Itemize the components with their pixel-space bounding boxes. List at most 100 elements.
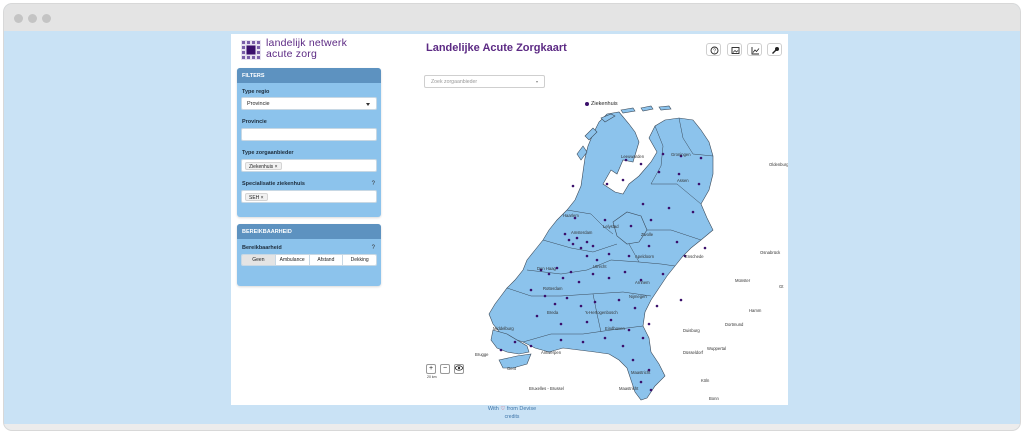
city-label-dortmund: Dortmund bbox=[725, 322, 744, 327]
footer: With ♡ from Devise bbox=[4, 406, 1020, 412]
tag-remove-icon[interactable]: × bbox=[275, 164, 278, 170]
window-bottombar bbox=[4, 424, 1020, 430]
tag-remove-icon[interactable]: × bbox=[261, 195, 264, 201]
map-wadden bbox=[640, 105, 654, 112]
wrench-icon bbox=[772, 47, 779, 54]
credits-link[interactable]: credits bbox=[4, 414, 1020, 420]
info-icon[interactable]: ? bbox=[372, 181, 375, 187]
window-control-dot[interactable] bbox=[42, 14, 51, 23]
type-regio-value: Provincie bbox=[247, 101, 270, 107]
city-label-duisburg: Duisburg bbox=[683, 328, 700, 333]
app-container: Leeuwarden Groningen Assen Zwolle Lelyst… bbox=[231, 34, 788, 405]
city-label-denhaag: Den Haag bbox=[537, 266, 557, 271]
svg-text:?: ? bbox=[713, 48, 716, 54]
zoom-out-button[interactable]: − bbox=[440, 364, 450, 374]
map-wadden bbox=[658, 105, 672, 111]
chart-button[interactable] bbox=[747, 43, 762, 56]
city-label-assen: Assen bbox=[677, 178, 689, 183]
specialisatie-input[interactable]: SEH × bbox=[241, 190, 377, 203]
city-label-brugge: Brugge bbox=[475, 352, 489, 357]
city-label-enschede: Enschede bbox=[685, 254, 704, 259]
footer-suffix[interactable]: from Devise bbox=[507, 406, 536, 412]
city-label-munster: Münster bbox=[735, 278, 751, 283]
caret-down-icon bbox=[366, 103, 370, 106]
heart-icon: ♡ bbox=[500, 406, 506, 412]
bereikbaarheid-toggle: Geen Ambulance Afstand Dekking bbox=[241, 254, 377, 266]
footer-prefix: With bbox=[487, 406, 499, 412]
visibility-button[interactable] bbox=[454, 364, 464, 374]
city-label-osnabruck: Osnabrück bbox=[760, 250, 781, 255]
city-label-rotterdam: Rotterdam bbox=[543, 286, 563, 291]
eye-icon bbox=[455, 365, 463, 371]
window-titlebar bbox=[4, 4, 1020, 31]
specialisatie-label: Specialisatie ziekenhuis bbox=[242, 181, 305, 187]
city-label-breda: Breda bbox=[547, 310, 559, 315]
city-label-nijmegen: Nijmegen bbox=[629, 294, 647, 299]
tag-label: SEH bbox=[249, 195, 260, 201]
city-label-antwerpen: Antwerpen bbox=[541, 350, 562, 355]
settings-button[interactable] bbox=[767, 43, 782, 56]
map-wadden bbox=[620, 107, 636, 114]
city-label-oldenburg: Oldenburg bbox=[769, 162, 788, 167]
legend-label: Ziekenhuis bbox=[591, 101, 618, 107]
city-label-haarlem: Haarlem bbox=[563, 213, 579, 218]
window-control-dot[interactable] bbox=[14, 14, 23, 23]
window-control-dot[interactable] bbox=[28, 14, 37, 23]
city-label-lelystad: Lelystad bbox=[603, 224, 619, 229]
help-button[interactable]: ? bbox=[706, 43, 721, 56]
city-label-shertogenbosch: 's-Hertogenbosch bbox=[585, 310, 618, 315]
city-label-koln: Köln bbox=[701, 378, 710, 383]
image-icon bbox=[731, 47, 740, 54]
city-label-groningen: Groningen bbox=[671, 152, 691, 157]
provincie-input[interactable] bbox=[241, 128, 377, 141]
chevron-down-icon: ▾ bbox=[535, 79, 538, 84]
provider-search-select[interactable]: Zoek zorgaanbieder ▾ bbox=[424, 75, 545, 88]
city-label-hamm: Hamm bbox=[749, 308, 762, 313]
type-zorgaanbieder-label: Type zorgaanbieder bbox=[242, 150, 294, 156]
city-label-bonn: Bonn bbox=[709, 396, 719, 401]
city-label-maastricht: Maastricht bbox=[631, 370, 651, 375]
page-title: Landelijke Acute Zorgkaart bbox=[426, 42, 567, 54]
city-label-utrecht: Utrecht bbox=[593, 264, 607, 269]
option-dekking[interactable]: Dekking bbox=[343, 255, 376, 265]
tag-label: Ziekenhuis bbox=[249, 164, 274, 170]
provincie-label: Provincie bbox=[242, 119, 267, 125]
map-scale: 20 km bbox=[427, 375, 437, 379]
city-label-amsterdam: Amsterdam bbox=[571, 230, 593, 235]
type-zorgaanbieder-input[interactable]: Ziekenhuis × bbox=[241, 159, 377, 172]
filter-tag-seh[interactable]: SEH × bbox=[245, 193, 268, 201]
filters-panel: FILTERS Type regio Provincie Provincie T… bbox=[237, 68, 381, 217]
option-ambulance[interactable]: Ambulance bbox=[275, 255, 310, 265]
logo-text: landelijk netwerk acute zorg bbox=[266, 38, 347, 60]
option-afstand[interactable]: Afstand bbox=[309, 255, 344, 265]
city-label-brussel: Bruxelles - Brussel bbox=[529, 386, 564, 391]
city-label-gent: Gent bbox=[507, 366, 517, 371]
city-label-middelburg: Middelburg bbox=[493, 326, 514, 331]
zoom-in-button[interactable]: + bbox=[426, 364, 436, 374]
city-label-wuppertal: Wuppertal bbox=[707, 346, 726, 351]
bereikbaarheid-panel: BEREIKBAARHEID Bereikbaarheid ? Geen Amb… bbox=[237, 224, 381, 286]
logo-line2: acute zorg bbox=[266, 48, 318, 60]
city-label-eindhoven: Eindhoven bbox=[605, 326, 625, 331]
city-label-gc: Gt bbox=[779, 284, 784, 289]
map-legend: Ziekenhuis bbox=[585, 101, 618, 107]
city-label-mechelen: Maastricht bbox=[619, 386, 639, 391]
city-label-dusseldorf: Düsseldorf bbox=[683, 350, 704, 355]
logo-mark-icon bbox=[241, 40, 261, 60]
bereikbaarheid-header: BEREIKBAARHEID bbox=[237, 224, 381, 239]
legend-dot-icon bbox=[585, 101, 589, 106]
filters-header: FILTERS bbox=[237, 68, 381, 83]
help-icon: ? bbox=[710, 46, 719, 55]
filter-tag-ziekenhuis[interactable]: Ziekenhuis × bbox=[245, 162, 282, 170]
info-icon[interactable]: ? bbox=[372, 245, 375, 251]
city-label-leeuwarden: Leeuwarden bbox=[621, 154, 645, 159]
type-regio-select[interactable]: Provincie bbox=[241, 97, 377, 110]
browser-window: Leeuwarden Groningen Assen Zwolle Lelyst… bbox=[4, 4, 1020, 430]
image-button[interactable] bbox=[727, 43, 742, 56]
type-regio-label: Type regio bbox=[242, 89, 270, 95]
city-label-zwolle: Zwolle bbox=[641, 232, 654, 237]
city-label-apeldoorn: Apeldoorn bbox=[635, 254, 655, 259]
search-placeholder: Zoek zorgaanbieder bbox=[431, 79, 478, 85]
option-geen[interactable]: Geen bbox=[242, 255, 276, 265]
bereikbaarheid-label: Bereikbaarheid bbox=[242, 245, 282, 251]
